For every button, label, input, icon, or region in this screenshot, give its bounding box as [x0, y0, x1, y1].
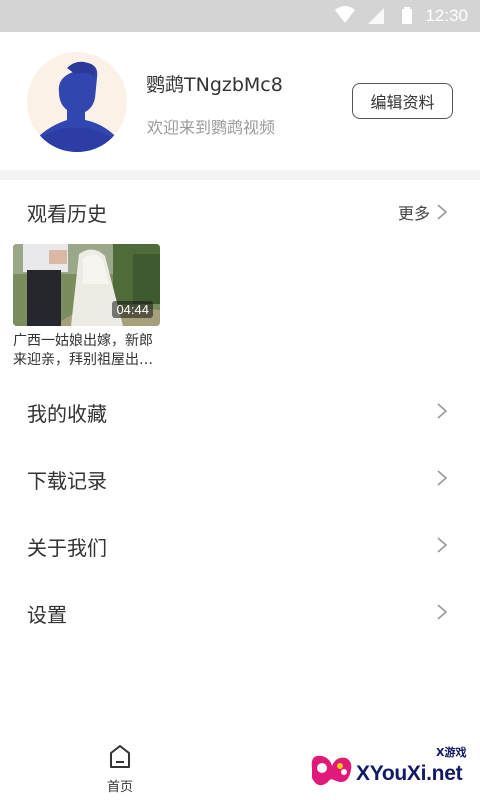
menu-item-settings[interactable]: 设置 — [0, 583, 480, 643]
edit-profile-button[interactable]: 编辑资料 — [352, 83, 453, 119]
watermark-small-text: X游戏 — [436, 746, 467, 759]
menu-item-label: 我的收藏 — [27, 402, 107, 426]
video-title: 广西一姑娘出嫁，新郎来迎亲，拜别祖屋出… — [13, 333, 153, 368]
video-thumbnail[interactable]: 04:44 — [13, 244, 160, 326]
history-video-card[interactable]: 04:44 广西一姑娘出嫁，新郎来迎亲，拜别祖屋出… — [13, 244, 161, 370]
menu-item-about[interactable]: 关于我们 — [0, 516, 480, 576]
menu-item-label: 设置 — [27, 603, 67, 627]
more-label: 更多 — [397, 204, 430, 223]
watermark: X游戏 XYouXi.net — [306, 742, 480, 800]
menu-item-label: 下载记录 — [27, 469, 107, 493]
video-duration: 04:44 — [112, 301, 153, 318]
menu-item-favorites[interactable]: 我的收藏 — [0, 382, 480, 442]
nav-home-label: 首页 — [106, 780, 133, 795]
status-time: 12:30 — [425, 6, 468, 25]
gamepad-logo-icon — [311, 755, 352, 786]
profile-header: 鹦鹉TNgzbMc8 欢迎来到鹦鹉视频 编辑资料 — [0, 32, 480, 178]
chevron-right-icon — [437, 403, 448, 419]
nav-home[interactable]: 首页 — [100, 744, 140, 798]
menu-item-label: 关于我们 — [27, 536, 107, 560]
watch-history-title: 观看历史 — [27, 202, 107, 226]
watermark-brand: XYouXi.net — [356, 762, 463, 785]
user-silhouette-icon — [29, 61, 123, 152]
avatar[interactable] — [27, 52, 127, 152]
history-more-link[interactable]: 更多 — [398, 200, 448, 224]
menu-item-downloads[interactable]: 下载记录 — [0, 449, 480, 509]
chevron-right-icon — [437, 604, 448, 620]
home-icon — [110, 745, 130, 768]
status-bar: 12:30 — [0, 0, 480, 32]
welcome-text: 欢迎来到鹦鹉视频 — [147, 118, 276, 137]
chevron-right-icon — [437, 537, 448, 553]
battery-icon — [402, 7, 412, 24]
signal-icon — [368, 8, 384, 24]
section-divider — [0, 170, 480, 180]
chevron-right-icon — [437, 204, 448, 220]
chevron-right-icon — [437, 470, 448, 486]
wifi-icon — [335, 6, 355, 23]
username: 鹦鹉TNgzbMc8 — [146, 74, 283, 96]
